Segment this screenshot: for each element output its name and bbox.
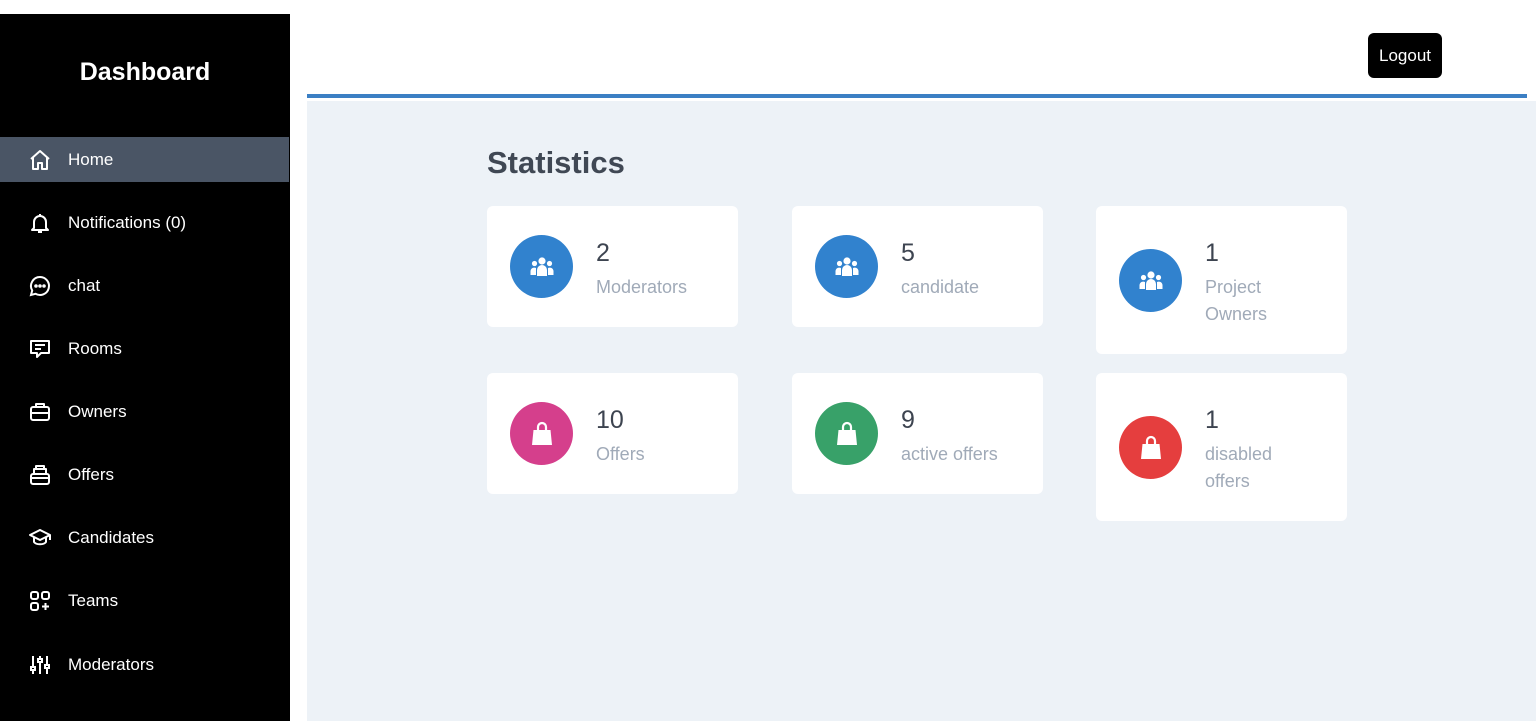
stat-label: Offers — [596, 444, 645, 464]
stat-value: 1 — [1205, 406, 1219, 434]
bell-icon — [28, 211, 52, 235]
page-title: Statistics — [487, 145, 625, 180]
sidebar-item-label: Rooms — [68, 338, 122, 358]
sidebar-item-home[interactable]: Home — [0, 137, 289, 182]
sidebar-item-label: Offers — [68, 464, 114, 484]
users-icon — [815, 235, 878, 298]
stat-value: 2 — [596, 239, 610, 267]
sidebar-item-moderators[interactable]: Moderators — [0, 642, 289, 687]
inbox-icon — [28, 463, 52, 487]
stat-label: Project Owners — [1205, 277, 1268, 324]
graduation-cap-icon — [28, 526, 52, 550]
chat-icon — [28, 274, 52, 298]
briefcase-icon — [28, 400, 52, 424]
stat-card-offers[interactable]: 10 Offers — [487, 373, 738, 494]
sidebar-item-label: Teams — [68, 590, 119, 610]
users-icon — [1119, 249, 1182, 312]
users-icon — [510, 235, 573, 298]
header-bar — [307, 14, 1527, 98]
sidebar-item-rooms[interactable]: Rooms — [0, 326, 289, 371]
apps-add-icon — [28, 589, 52, 613]
stat-card-candidates[interactable]: 5 candidate — [792, 206, 1043, 327]
stat-label: active offers — [901, 444, 998, 464]
stat-card-active-offers[interactable]: 9 active offers — [792, 373, 1043, 494]
sidebar-item-label: chat — [68, 275, 101, 295]
sliders-icon — [28, 653, 52, 677]
logout-button[interactable]: Logout — [1368, 33, 1442, 78]
sidebar-item-label: Candidates — [68, 527, 155, 547]
sidebar-item-chat[interactable]: chat — [0, 263, 289, 308]
stat-value: 10 — [596, 406, 624, 434]
sidebar-item-notifications[interactable]: Notifications (0) — [0, 200, 289, 245]
stat-label: candidate — [901, 277, 980, 297]
sidebar: Dashboard Home Notifications (0) chat Ro… — [0, 14, 290, 721]
sidebar-item-candidates[interactable]: Candidates — [0, 515, 289, 560]
shopping-bag-icon — [815, 402, 878, 465]
sidebar-item-label: Home — [68, 149, 114, 169]
home-icon — [28, 148, 52, 172]
stat-label: Moderators — [596, 277, 688, 297]
shopping-bag-icon — [1119, 416, 1182, 479]
sidebar-item-offers[interactable]: Offers — [0, 452, 289, 497]
sidebar-item-teams[interactable]: Teams — [0, 578, 289, 623]
stat-card-disabled-offers[interactable]: 1 disabled offers — [1096, 373, 1347, 521]
sidebar-item-label: Moderators — [68, 654, 154, 674]
stat-value: 9 — [901, 406, 915, 434]
stat-card-project-owners[interactable]: 1 Project Owners — [1096, 206, 1347, 354]
stat-card-moderators[interactable]: 2 Moderators — [487, 206, 738, 327]
shopping-bag-icon — [510, 402, 573, 465]
stat-value: 1 — [1205, 239, 1219, 267]
stat-label: disabled offers — [1205, 444, 1273, 491]
sidebar-item-label: Owners — [68, 401, 127, 421]
sidebar-item-label: Notifications (0) — [68, 212, 187, 232]
stat-value: 5 — [901, 239, 915, 267]
sidebar-title: Dashboard — [79, 58, 211, 86]
sidebar-item-owners[interactable]: Owners — [0, 389, 289, 434]
message-square-icon — [28, 337, 52, 361]
